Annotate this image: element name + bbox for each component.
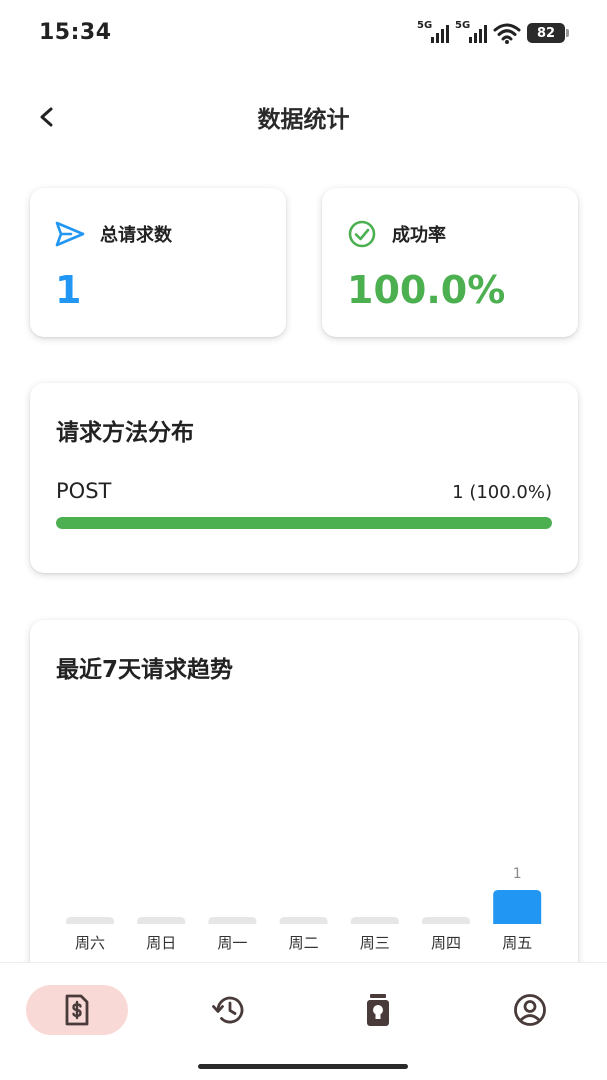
account-circle-icon	[514, 994, 546, 1026]
network-type-label: 5G	[455, 20, 471, 31]
success-rate-header: 成功率	[346, 218, 446, 250]
nav-item-history[interactable]	[200, 985, 256, 1035]
method-name: POST	[56, 479, 112, 503]
chart-tick-label: 周日	[146, 934, 176, 952]
statistics-screen: 15:34 5G 5G 82 数据统计 总请求数 1 成功率 100.0% 请求…	[0, 0, 607, 1080]
wifi-icon	[493, 23, 521, 44]
chart-tick-label: 周六	[75, 934, 105, 952]
method-distribution-title: 请求方法分布	[56, 420, 194, 446]
success-rate-label: 成功率	[392, 225, 446, 246]
home-indicator	[198, 1064, 408, 1069]
method-progress-fill	[56, 517, 552, 529]
send-icon	[54, 218, 86, 250]
check-circle-icon	[346, 218, 378, 250]
signal-icon: 5G	[417, 20, 449, 45]
trend-bar-chart: 周六 周日 周一 周二 周三 周四 周五 1	[66, 866, 542, 952]
total-requests-card: 总请求数 1	[30, 188, 286, 337]
chart-data-label: 1	[513, 866, 522, 882]
chart-bar-周五	[493, 890, 542, 924]
nav-item-profile[interactable]	[502, 985, 558, 1035]
chart-bar-周一	[208, 917, 257, 924]
method-row: POST 1 (100.0%)	[56, 479, 552, 503]
lightbulb-jar-icon	[367, 994, 389, 1026]
chart-bar-周四	[422, 917, 470, 924]
status-bar: 15:34 5G 5G 82	[0, 0, 607, 66]
invoice-dollar-icon	[65, 994, 89, 1026]
chart-bar-周二	[279, 917, 328, 924]
battery-level: 82	[536, 25, 556, 41]
page-title: 数据统计	[257, 107, 350, 133]
total-requests-label: 总请求数	[100, 225, 172, 246]
success-rate-card: 成功率 100.0%	[322, 188, 578, 337]
method-distribution-card: 请求方法分布 POST 1 (100.0%)	[30, 383, 578, 573]
signal-icon: 5G	[455, 20, 487, 45]
nav-item-tips[interactable]	[350, 985, 406, 1035]
bottom-navigation	[0, 962, 607, 1080]
total-requests-header: 总请求数	[54, 218, 172, 250]
app-bar: 数据统计	[0, 86, 607, 146]
method-count: 1 (100.0%)	[452, 482, 552, 503]
chart-bar-周三	[350, 917, 399, 924]
chart-tick-label: 周三	[360, 934, 390, 952]
status-icons: 5G 5G 82	[417, 20, 569, 46]
battery-icon: 82	[527, 23, 569, 43]
success-rate-value: 100.0%	[347, 268, 506, 312]
network-type-label: 5G	[417, 20, 433, 31]
chart-tick-label: 周四	[431, 934, 461, 952]
method-progress-track	[56, 517, 552, 529]
chart-bar-周日	[137, 917, 186, 924]
total-requests-value: 1	[55, 268, 82, 312]
chart-tick-label: 周一	[217, 934, 247, 952]
nav-item-invoices[interactable]	[26, 985, 128, 1035]
history-icon	[212, 996, 244, 1024]
chart-tick-label: 周五	[502, 934, 532, 952]
chart-tick-label: 周二	[289, 934, 319, 952]
status-time: 15:34	[39, 20, 112, 45]
chart-bar-周六	[66, 917, 114, 924]
